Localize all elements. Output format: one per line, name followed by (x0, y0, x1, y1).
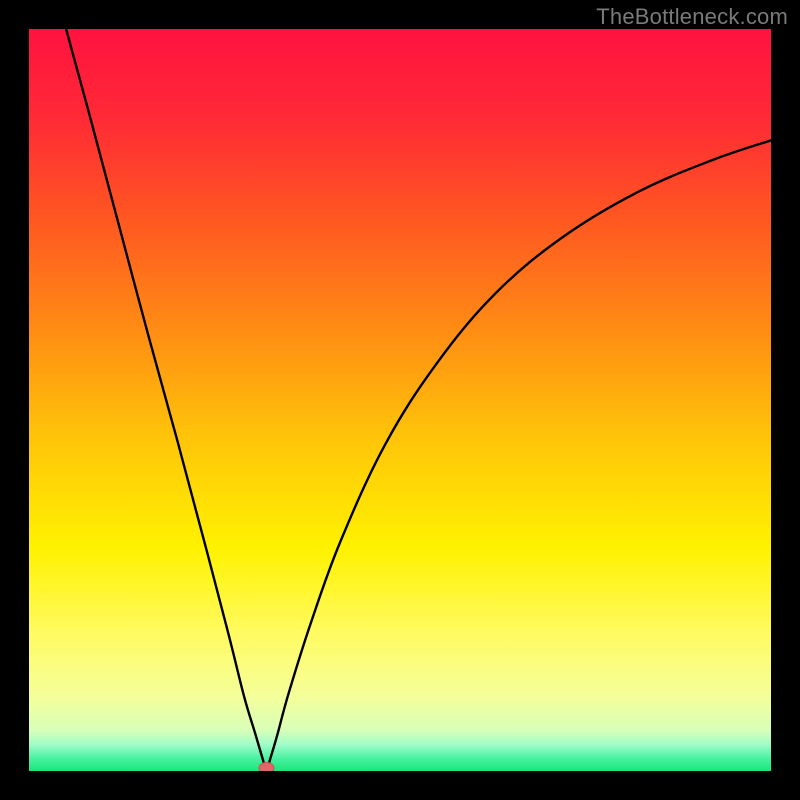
plot-svg (29, 29, 771, 771)
minimum-marker (259, 763, 274, 772)
gradient-background (29, 29, 771, 771)
watermark-label: TheBottleneck.com (596, 4, 788, 30)
chart-frame: TheBottleneck.com (0, 0, 800, 800)
plot-area (29, 29, 771, 771)
